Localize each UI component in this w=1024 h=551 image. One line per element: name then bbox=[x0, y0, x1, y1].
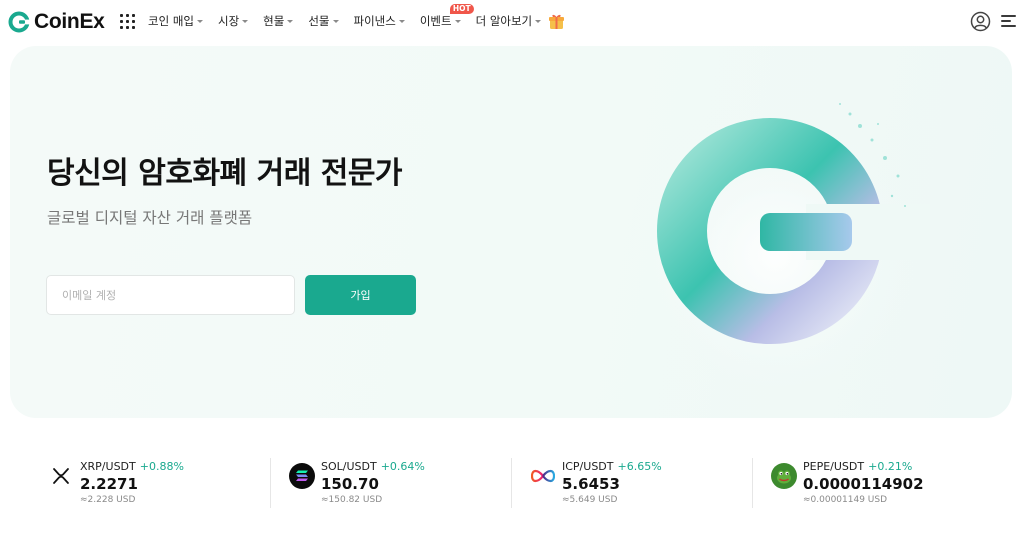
nav-item-label: 현물 bbox=[263, 14, 285, 28]
usd-price: ≈0.00001149 USD bbox=[803, 495, 888, 505]
nav-item-buy-crypto[interactable]: 코인 매입 bbox=[148, 13, 203, 29]
ticker-divider bbox=[752, 458, 753, 508]
hot-badge: HOT bbox=[449, 4, 474, 14]
chevron-down-icon bbox=[196, 19, 203, 23]
last-price: 150.70 bbox=[321, 475, 379, 493]
pepe-icon bbox=[771, 463, 797, 489]
ticker-divider bbox=[270, 458, 271, 508]
nav-item-label: 코인 매입 bbox=[148, 14, 194, 28]
icp-icon bbox=[530, 463, 556, 489]
nav-item-events[interactable]: 이벤트 HOT bbox=[419, 4, 474, 29]
nav-item-more[interactable]: 더 알아보기 bbox=[476, 13, 542, 29]
pair-change: +0.64% bbox=[380, 460, 425, 473]
nav-item-label: 선물 bbox=[308, 14, 330, 28]
pair-name: PEPE/USDT bbox=[803, 460, 865, 473]
pair-change: +0.21% bbox=[868, 460, 913, 473]
nav-item-spot[interactable]: 현물 bbox=[263, 13, 294, 29]
gift-icon[interactable] bbox=[548, 13, 565, 30]
pair-change: +6.65% bbox=[617, 460, 662, 473]
chevron-down-icon bbox=[287, 19, 294, 23]
xrp-icon bbox=[48, 463, 74, 489]
coinex-logo-icon bbox=[8, 11, 30, 33]
nav-item-label: 파이낸스 bbox=[353, 14, 396, 28]
chevron-down-icon bbox=[535, 19, 542, 23]
nav-item-futures[interactable]: 선물 bbox=[308, 13, 339, 29]
main-nav: 코인 매입 시장 현물 선물 파이낸스 이벤트 HOT 더 알아보기 bbox=[148, 4, 556, 29]
chevron-down-icon bbox=[242, 19, 249, 23]
hero-banner: 당신의 암호화폐 거래 전문가 글로벌 디지털 자산 거래 플랫폼 가입 bbox=[10, 46, 1012, 418]
chevron-down-icon bbox=[454, 19, 461, 23]
last-price: 0.0000114902 bbox=[803, 475, 924, 493]
hero-subtitle: 글로벌 디지털 자산 거래 플랫폼 bbox=[47, 209, 253, 227]
pair-name: ICP/USDT bbox=[562, 460, 614, 473]
sol-icon bbox=[289, 463, 315, 489]
last-price: 2.2271 bbox=[80, 475, 138, 493]
chevron-down-icon bbox=[398, 19, 405, 23]
ticker-divider bbox=[511, 458, 512, 508]
usd-price: ≈5.649 USD bbox=[562, 495, 618, 505]
pair-change: +0.88% bbox=[139, 460, 184, 473]
ticker-item-xrp[interactable]: XRP/USDT +0.88% 2.2271 ≈2.228 USD bbox=[48, 452, 288, 512]
hamburger-menu-icon[interactable] bbox=[1001, 15, 1016, 28]
nav-item-finance[interactable]: 파이낸스 bbox=[354, 13, 405, 29]
signup-button[interactable]: 가입 bbox=[305, 275, 416, 315]
ticker-item-pepe[interactable]: PEPE/USDT +0.21% 0.0000114902 ≈0.00001149… bbox=[771, 452, 1011, 512]
user-account-icon[interactable] bbox=[970, 11, 991, 32]
ticker-item-sol[interactable]: SOL/USDT +0.64% 150.70 ≈150.82 USD bbox=[289, 452, 529, 512]
pair-name: SOL/USDT bbox=[321, 460, 377, 473]
apps-grid-icon[interactable] bbox=[120, 14, 135, 29]
nav-item-label: 이벤트 bbox=[419, 14, 452, 28]
usd-price: ≈150.82 USD bbox=[321, 495, 383, 505]
coinex-logo[interactable]: CoinEx bbox=[8, 10, 105, 34]
market-ticker: XRP/USDT +0.88% 2.2271 ≈2.228 USD SOL/USD… bbox=[0, 452, 1024, 512]
ticker-item-icp[interactable]: ICP/USDT +6.65% 5.6453 ≈5.649 USD bbox=[530, 452, 770, 512]
chevron-down-icon bbox=[332, 19, 339, 23]
email-input[interactable] bbox=[46, 275, 295, 315]
nav-item-label: 시장 bbox=[217, 14, 240, 28]
nav-item-label: 더 알아보기 bbox=[475, 14, 533, 28]
top-navigation-bar: CoinEx 코인 매입 시장 현물 선물 파이낸스 이벤트 HOT 더 알아보… bbox=[0, 0, 1024, 44]
pair-name: XRP/USDT bbox=[80, 460, 136, 473]
last-price: 5.6453 bbox=[562, 475, 620, 493]
nav-item-markets[interactable]: 시장 bbox=[217, 13, 249, 29]
logo-text: CoinEx bbox=[34, 10, 105, 33]
coinex-3d-logo-illustration bbox=[630, 96, 930, 386]
usd-price: ≈2.228 USD bbox=[80, 495, 136, 505]
hero-title: 당신의 암호화폐 거래 전문가 bbox=[47, 156, 403, 191]
